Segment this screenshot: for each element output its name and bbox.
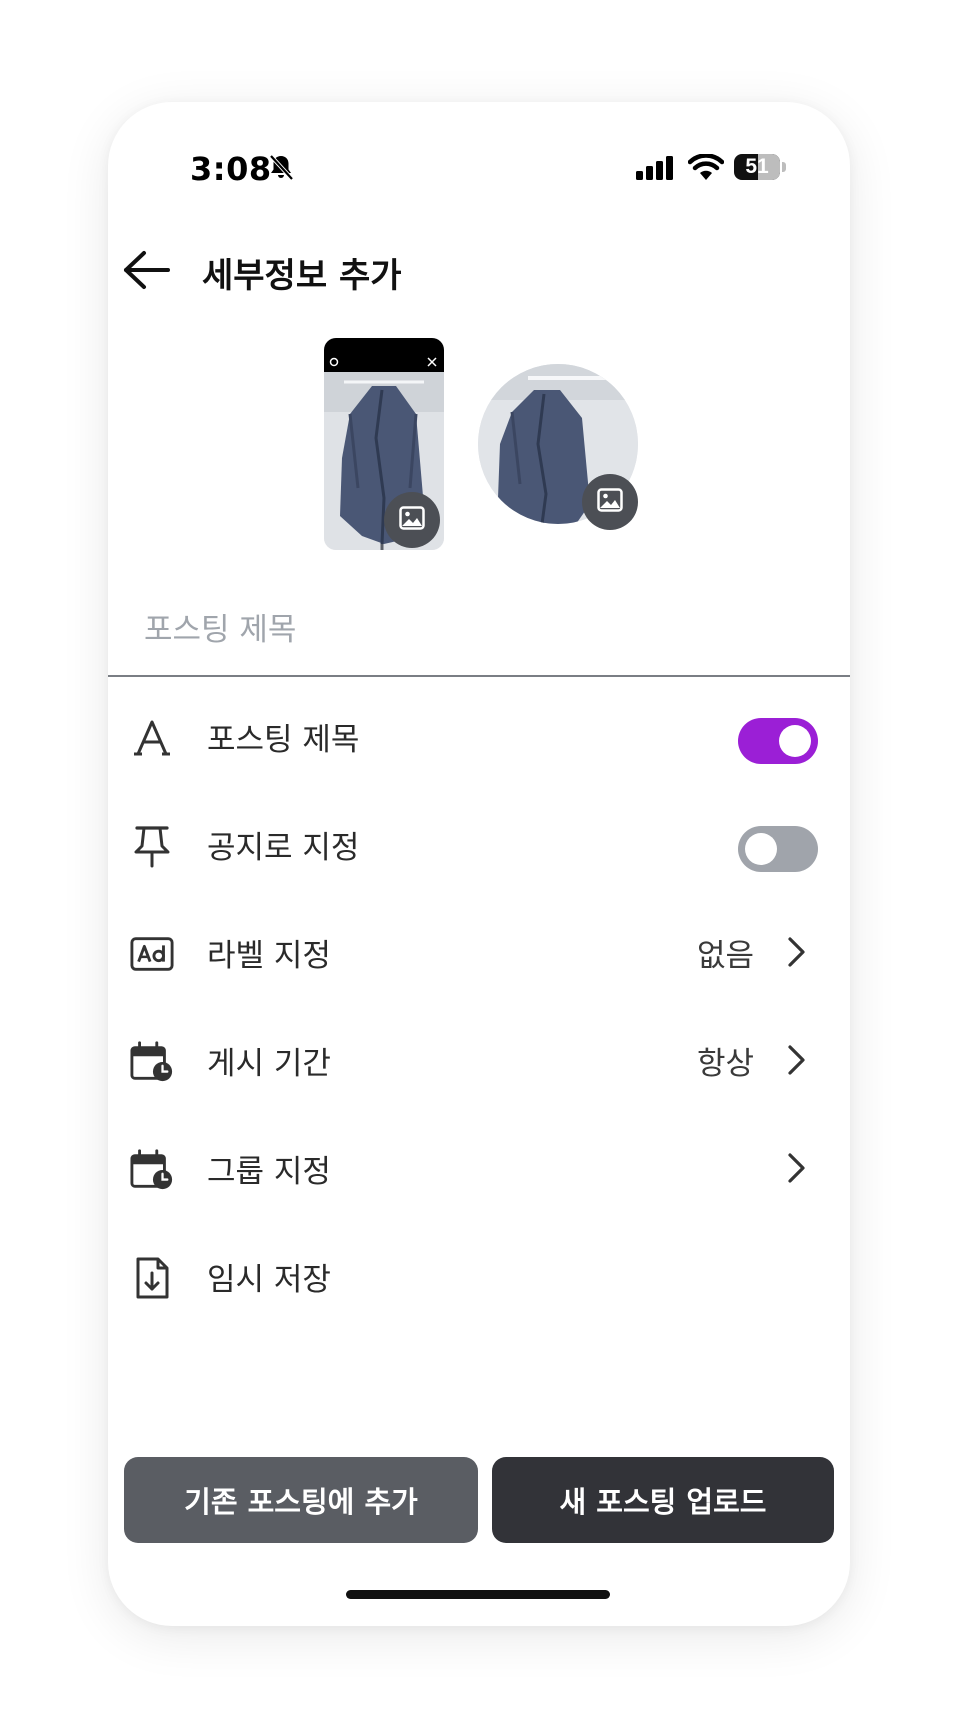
add-to-existing-post-button[interactable]: 기존 포스팅에 추가 [124, 1457, 478, 1543]
calendar-clock-icon [130, 1040, 174, 1084]
battery-icon: 51 [734, 154, 780, 180]
bell-slash-icon [266, 152, 296, 186]
image-icon [399, 506, 425, 534]
change-thumbnail-button[interactable] [384, 492, 440, 548]
setting-value: 없음 [696, 938, 754, 974]
input-underline [108, 675, 850, 677]
chevron-right-icon [786, 1044, 806, 1080]
chevron-right-icon [786, 1152, 806, 1188]
media-thumbnail[interactable] [324, 338, 444, 550]
setting-value: 항상 [696, 1046, 754, 1082]
setting-label: 공지로 지정 [207, 830, 360, 866]
file-download-icon [130, 1256, 174, 1300]
setting-row-period[interactable]: 게시 기간 항상 [108, 1012, 850, 1108]
phone-screen: 3:08 51 세부정보 추가 포스팅 제목 포스팅 제목 공지로 지정 라벨 … [108, 102, 850, 1626]
home-indicator [346, 1590, 610, 1599]
wifi-icon [687, 153, 725, 184]
image-icon [597, 488, 623, 516]
notice-toggle[interactable] [738, 826, 818, 872]
setting-label: 포스팅 제목 [207, 722, 360, 758]
setting-row-draft[interactable]: 임시 저장 [108, 1228, 850, 1324]
battery-tip [782, 162, 786, 172]
cellular-signal-icon [636, 156, 676, 184]
setting-row-post-title: 포스팅 제목 [108, 688, 850, 784]
status-time: 3:08 [190, 150, 272, 188]
back-button[interactable] [122, 248, 174, 296]
ad-label-icon [130, 932, 174, 976]
chevron-right-icon [786, 936, 806, 972]
change-cover-button[interactable] [582, 474, 638, 530]
setting-label: 게시 기간 [207, 1046, 331, 1082]
setting-label: 임시 저장 [207, 1262, 331, 1298]
arrow-left-icon [122, 251, 174, 296]
upload-new-post-button[interactable]: 새 포스팅 업로드 [492, 1457, 834, 1543]
pin-icon [130, 824, 174, 868]
post-title-input[interactable] [144, 612, 744, 648]
setting-row-label[interactable]: 라벨 지정 없음 [108, 904, 850, 1000]
setting-label: 그룹 지정 [207, 1154, 331, 1190]
battery-percentage: 51 [745, 155, 769, 178]
post-title-toggle[interactable] [738, 718, 818, 764]
calendar-clock-icon [130, 1148, 174, 1192]
setting-row-notice: 공지로 지정 [108, 796, 850, 892]
setting-row-group[interactable]: 그룹 지정 [108, 1120, 850, 1216]
setting-label: 라벨 지정 [207, 938, 331, 974]
page-title: 세부정보 추가 [202, 256, 402, 296]
text-a-icon [130, 716, 174, 760]
